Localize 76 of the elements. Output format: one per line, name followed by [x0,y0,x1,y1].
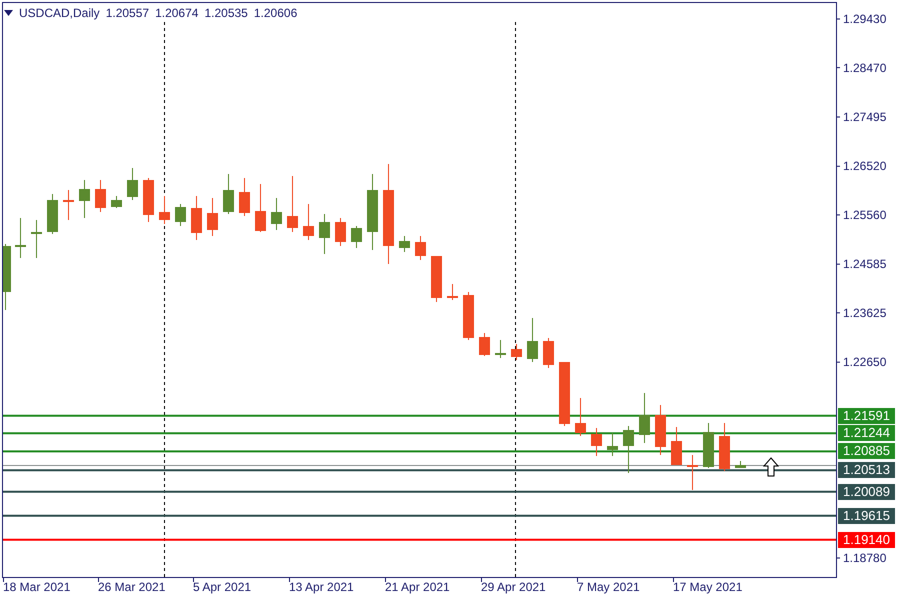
price-axis-label: 1.23625 [843,306,886,320]
candlestick [47,194,58,234]
candlestick [639,392,650,444]
candlestick [303,204,314,240]
dropdown-triangle-icon[interactable] [4,10,13,16]
candlestick [399,236,410,252]
candlestick [271,198,282,230]
price-level-label: 1.21244 [838,425,895,442]
candlestick [287,176,298,232]
date-axis-label: 13 Apr 2021 [289,580,354,595]
candlestick [3,244,11,310]
price-level-label: 1.19615 [838,508,895,524]
candlestick [463,292,474,340]
date-axis-label: 26 Mar 2021 [98,580,166,595]
price-axis-label: 1.26520 [843,159,886,174]
date-axis-label: 7 May 2021 [577,580,640,595]
price-axis-label: 1.25560 [843,208,886,222]
candlestick [431,256,442,302]
candlestick [575,398,586,436]
price-level-label: 1.20513 [838,462,895,478]
ohlc-value: 1.20606 [254,5,298,22]
candlestick [191,196,202,240]
candlestick [63,190,74,220]
candlestick [527,318,538,362]
candlestick [79,180,90,218]
candlestick [143,178,154,222]
ohlc-value: 1.20674 [155,5,198,22]
candlestick [447,284,458,300]
price-level-label: 1.21591 [838,408,895,424]
price-axis-label: 1.18780 [843,551,886,565]
candlestick [111,196,122,208]
candlestick [671,426,682,466]
date-axis-label: 5 Apr 2021 [193,580,252,595]
price-level-label: 1.20089 [838,484,895,500]
date-axis-label: 29 Apr 2021 [481,580,546,595]
price-axis-label: 1.29430 [843,12,886,26]
candlestick [655,404,666,456]
price-level-label: 1.20885 [838,443,895,460]
candlestick [223,174,234,214]
chart-symbol: USDCAD,Daily [19,5,100,22]
price-axis-label: 1.24585 [843,257,886,272]
price-axis-label: 1.28470 [843,60,886,75]
ohlc-value: 1.20557 [106,5,150,22]
date-axis-label: 17 May 2021 [673,580,742,595]
candlestick [687,454,698,490]
candlestick [95,180,106,212]
candlestick [591,428,602,456]
date-axis-label: 18 Mar 2021 [3,580,70,595]
candlestick [511,344,522,360]
date-axis-label: 21 Apr 2021 [385,580,450,595]
candlestick [559,362,570,426]
price-axis-label: 1.27495 [843,110,886,124]
candlestick [207,198,218,236]
ohlc-value: 1.20535 [204,5,248,22]
candlestick [239,178,250,216]
price-axis-label: 1.22650 [843,355,886,370]
candlestick [719,422,730,472]
candlestick [543,338,554,368]
candlestick [607,432,618,456]
candlestick [15,218,26,258]
price-level-label: 1.19140 [838,532,895,548]
candlestick [175,204,186,226]
candlestick [31,220,42,258]
candlestick [495,340,506,358]
candlestick [335,218,346,246]
candlestick [703,422,714,468]
candlestick [319,214,330,254]
candlestick [159,196,170,224]
candlestick [127,168,138,200]
candlestick [415,236,426,260]
candlestick [255,184,266,232]
candlestick [623,426,634,474]
candlestick [735,460,746,468]
candlestick [351,226,362,248]
candlestick [479,332,490,356]
up-arrow-icon [762,457,780,476]
